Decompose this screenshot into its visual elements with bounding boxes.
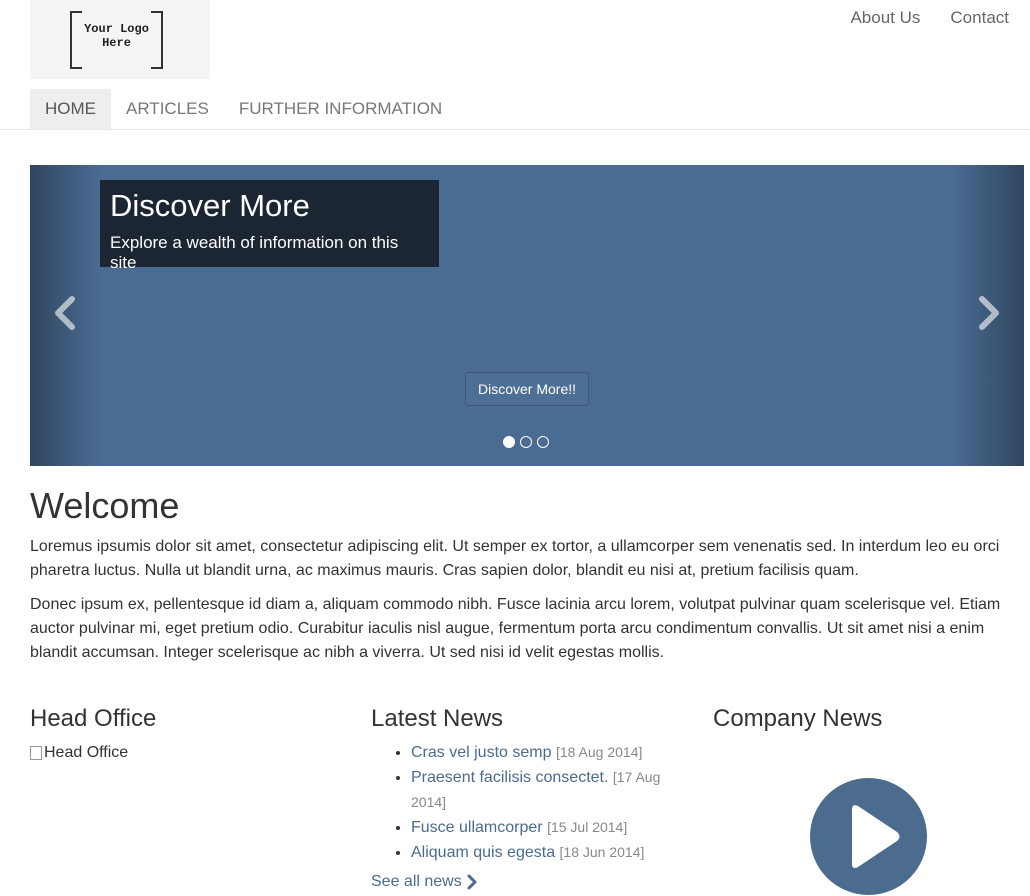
see-all-news-link[interactable]: See all news bbox=[371, 871, 478, 893]
hero-carousel: Discover More Explore a wealth of inform… bbox=[30, 165, 1024, 466]
list-item: Aliquam quis egesta [18 Jun 2014] bbox=[411, 840, 691, 865]
broken-image-icon bbox=[30, 746, 42, 760]
carousel-prev-chevron-left-icon[interactable] bbox=[50, 293, 80, 333]
contact-link[interactable]: Contact bbox=[950, 8, 1009, 28]
video-play-button[interactable] bbox=[810, 778, 927, 895]
latest-news-list: Cras vel justo semp [18 Aug 2014] Praese… bbox=[411, 740, 691, 865]
welcome-paragraph-1: Loremus ipsumis dolor sit amet, consecte… bbox=[30, 538, 1000, 579]
head-office-image-alt: Head Office bbox=[44, 744, 129, 761]
nav-divider bbox=[0, 129, 1030, 130]
logo-frame: Your Logo Here bbox=[70, 11, 163, 69]
welcome-heading: Welcome bbox=[30, 485, 180, 526]
logo[interactable]: Your Logo Here bbox=[30, 0, 210, 79]
news-link[interactable]: Fusce ullamcorper bbox=[411, 819, 543, 836]
news-link[interactable]: Praesent facilisis consectet. bbox=[411, 769, 608, 786]
nav-item-home[interactable]: HOME bbox=[30, 89, 111, 129]
top-links: About Us Contact bbox=[850, 8, 1009, 28]
carousel-caption: Discover More Explore a wealth of inform… bbox=[100, 180, 439, 272]
logo-text: Your Logo Here bbox=[84, 22, 149, 50]
discover-more-button[interactable]: Discover More!! bbox=[465, 372, 589, 406]
carousel-title: Discover More bbox=[110, 188, 310, 223]
news-link[interactable]: Aliquam quis egesta bbox=[411, 844, 555, 861]
see-all-news-label: See all news bbox=[371, 873, 462, 890]
news-link[interactable]: Cras vel justo semp bbox=[411, 744, 552, 761]
main-nav: HOME ARTICLES FURTHER INFORMATION bbox=[30, 89, 457, 129]
welcome-paragraph-2: Donec ipsum ex, pellentesque id diam a, … bbox=[30, 596, 1001, 661]
news-date: [18 Jun 2014] bbox=[559, 844, 645, 860]
about-us-link[interactable]: About Us bbox=[850, 8, 920, 28]
carousel-subtitle: Explore a wealth of information on this … bbox=[110, 233, 399, 272]
news-date: [18 Aug 2014] bbox=[555, 744, 643, 760]
list-item: Fusce ullamcorper [15 Jul 2014] bbox=[411, 815, 691, 840]
news-date: [15 Jul 2014] bbox=[547, 819, 628, 835]
company-news-heading: Company News bbox=[713, 705, 883, 732]
list-item: Cras vel justo semp [18 Aug 2014] bbox=[411, 740, 691, 765]
head-office-heading: Head Office bbox=[30, 705, 157, 732]
carousel-next-chevron-right-icon[interactable] bbox=[974, 293, 1004, 333]
nav-item-further-information[interactable]: FURTHER INFORMATION bbox=[224, 89, 457, 129]
latest-news-heading: Latest News bbox=[371, 705, 504, 732]
carousel-indicator-1[interactable] bbox=[503, 436, 515, 448]
head-office-image: Head Office bbox=[30, 743, 128, 763]
chevron-right-icon bbox=[467, 874, 477, 890]
list-item: Praesent facilisis consectet. [17 Aug 20… bbox=[411, 765, 691, 815]
carousel-indicators bbox=[503, 436, 549, 448]
carousel-indicator-3[interactable] bbox=[537, 436, 549, 448]
play-icon bbox=[852, 805, 900, 868]
carousel-indicator-2[interactable] bbox=[520, 436, 532, 448]
nav-item-articles[interactable]: ARTICLES bbox=[111, 89, 224, 129]
